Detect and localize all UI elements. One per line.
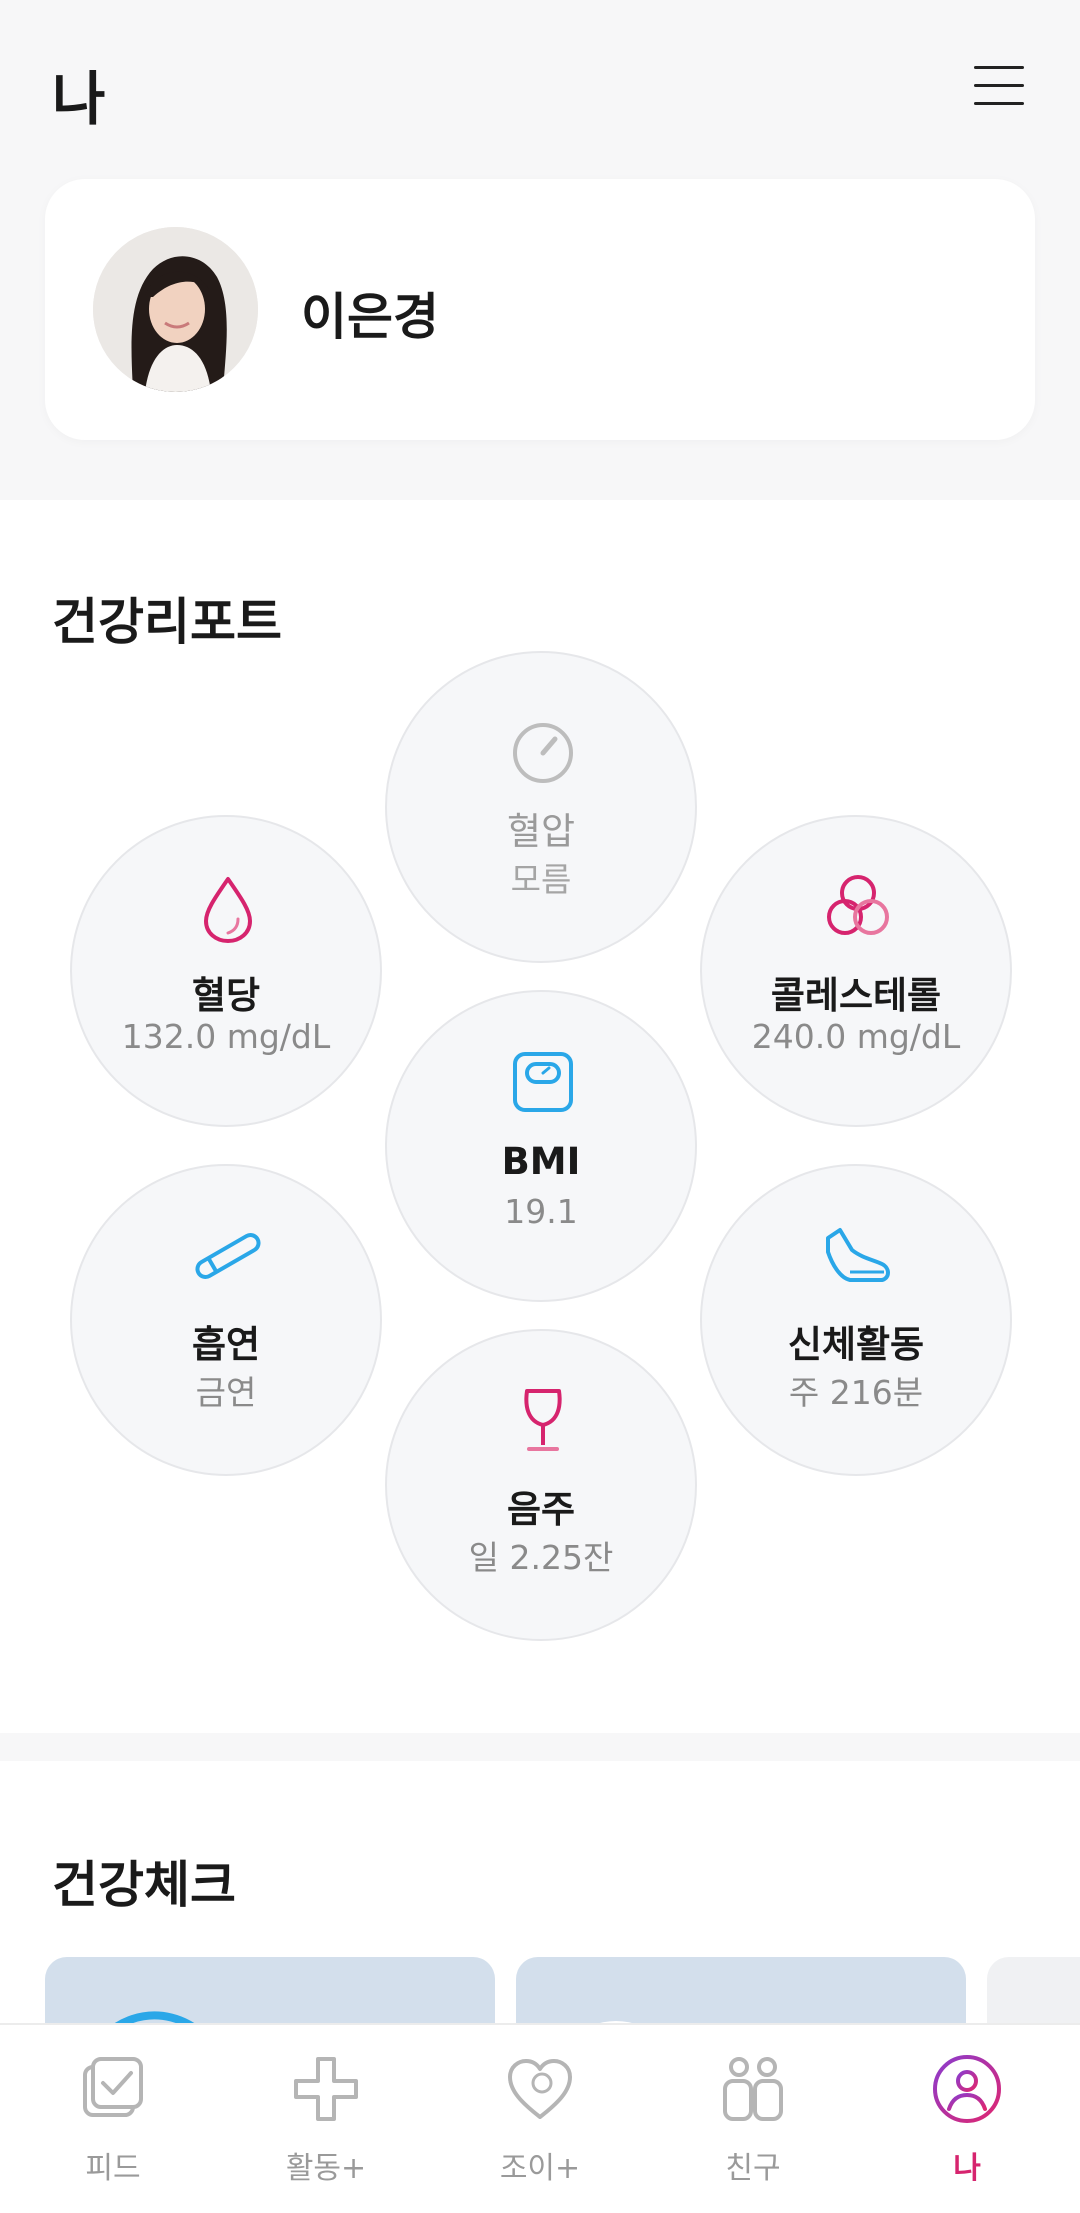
blood-sugar-bubble[interactable]: 혈당 132.0 mg/dL bbox=[70, 815, 382, 1127]
activity-plus-icon bbox=[290, 2053, 362, 2125]
friends-icon bbox=[717, 2053, 789, 2125]
bmi-label: BMI bbox=[501, 1140, 581, 1183]
avatar[interactable] bbox=[93, 227, 258, 392]
smoking-label: 흡연 bbox=[191, 1323, 261, 1366]
smoking-bubble[interactable]: 흡연 금연 bbox=[70, 1164, 382, 1476]
profile-card[interactable]: 이은경 bbox=[45, 179, 1035, 440]
activity-label: 신체활동 bbox=[787, 1323, 925, 1366]
health-check-title: 건강체크 bbox=[52, 1856, 236, 1914]
nav-label-friends: 친구 bbox=[725, 2151, 781, 2186]
hamburger-menu-icon[interactable] bbox=[968, 58, 1030, 114]
health-report-title: 건강리포트 bbox=[52, 593, 282, 651]
blood-pressure-value: 모름 bbox=[510, 860, 572, 899]
section-divider bbox=[0, 1733, 1080, 1761]
bmi-bubble[interactable]: BMI 19.1 bbox=[385, 990, 697, 1302]
nav-item-feed[interactable]: 피드 bbox=[5, 2025, 221, 2213]
nav-item-me[interactable]: 나 bbox=[859, 2025, 1075, 2213]
cigarette-icon bbox=[188, 1216, 268, 1296]
nav-item-activity[interactable]: 활동+ bbox=[218, 2025, 434, 2213]
cholesterol-label: 콜레스테롤 bbox=[770, 974, 942, 1017]
cholesterol-value: 240.0 mg/dL bbox=[751, 1017, 961, 1056]
drop-icon bbox=[188, 867, 268, 947]
smoking-value: 금연 bbox=[195, 1373, 257, 1412]
nav-label-me: 나 bbox=[953, 2151, 981, 2186]
drinking-bubble[interactable]: 음주 일 2.25잔 bbox=[385, 1329, 697, 1641]
activity-value: 주 216분 bbox=[788, 1373, 924, 1412]
nav-label-feed: 피드 bbox=[85, 2151, 141, 2186]
sneaker-icon bbox=[818, 1216, 898, 1296]
page-title: 나 bbox=[52, 65, 106, 133]
profile-name: 이은경 bbox=[301, 288, 439, 346]
blood-pressure-label: 혈압 bbox=[506, 810, 576, 853]
drinking-label: 음주 bbox=[506, 1488, 576, 1531]
activity-bubble[interactable]: 신체활동 주 216분 bbox=[700, 1164, 1012, 1476]
nav-label-activity: 활동+ bbox=[285, 2151, 367, 2186]
wine-glass-icon bbox=[503, 1381, 583, 1461]
bottom-nav: 피드 활동+ 조이+ 친구 나 bbox=[0, 2023, 1080, 2213]
nav-item-joy[interactable]: 조이+ bbox=[432, 2025, 648, 2213]
blood-sugar-value: 132.0 mg/dL bbox=[121, 1017, 331, 1056]
nav-label-joy: 조이+ bbox=[499, 2151, 581, 2186]
cholesterol-bubble[interactable]: 콜레스테롤 240.0 mg/dL bbox=[700, 815, 1012, 1127]
drinking-value: 일 2.25잔 bbox=[468, 1538, 614, 1577]
profile-icon bbox=[931, 2053, 1003, 2125]
blood-sugar-label: 혈당 bbox=[191, 974, 261, 1017]
blood-pressure-bubble[interactable]: 혈압 모름 bbox=[385, 651, 697, 963]
gauge-icon bbox=[503, 713, 583, 793]
heart-icon bbox=[504, 2053, 576, 2125]
feed-check-icon bbox=[77, 2053, 149, 2125]
cells-icon bbox=[818, 867, 898, 947]
nav-item-friends[interactable]: 친구 bbox=[645, 2025, 861, 2213]
bmi-value: 19.1 bbox=[504, 1192, 578, 1231]
scale-icon bbox=[503, 1042, 583, 1122]
